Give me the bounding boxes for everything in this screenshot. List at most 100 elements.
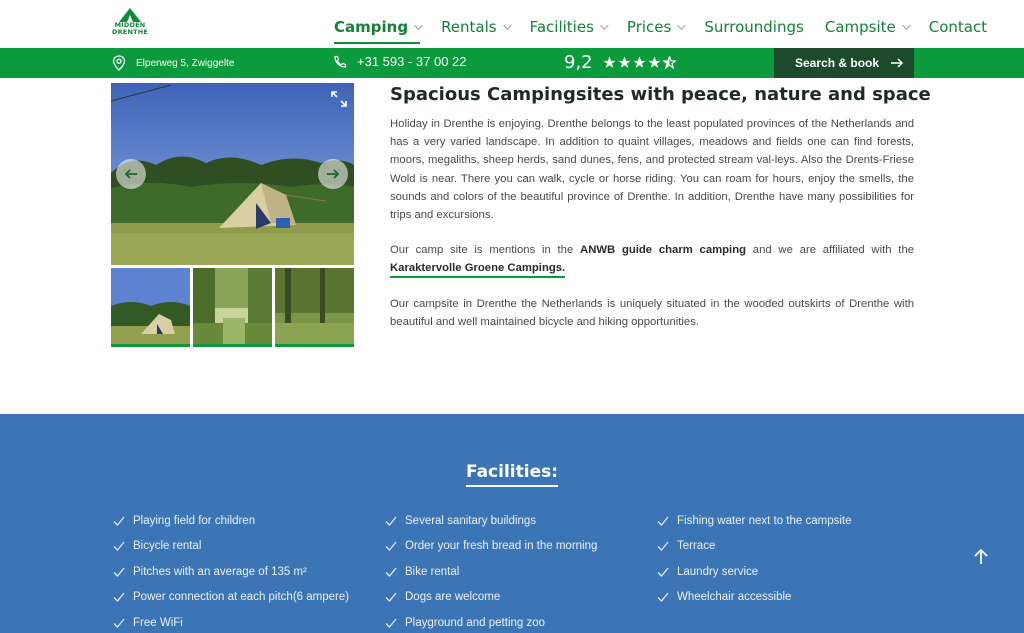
nav-prices-label: Prices <box>626 18 672 36</box>
affiliation-text-1: Our camp site is mentions in the <box>390 244 581 256</box>
nav-rentals-label: Rentals <box>441 18 497 36</box>
facilities-column-3: Fishing water next to the campsite Terrac… <box>657 508 852 610</box>
gallery-thumbnail[interactable] <box>193 268 272 347</box>
facility-label: Several sanitary buildings <box>405 514 537 527</box>
gallery-main-image[interactable] <box>111 83 354 265</box>
gallery-next-button[interactable] <box>318 159 348 189</box>
arrow-up-icon <box>974 548 988 564</box>
nav-facilities[interactable]: Facilities <box>529 16 609 38</box>
affiliation-text-2: and we are affiliated with the <box>746 244 915 256</box>
facilities-title-text: Facilities: <box>465 462 559 487</box>
address[interactable]: Elperweg 5, Zwiggelte <box>112 55 234 71</box>
check-icon <box>113 516 125 526</box>
nav-campsite-label: Campsite <box>824 18 896 36</box>
nav-prices[interactable]: Prices <box>626 16 686 38</box>
affiliation-paragraph: Our camp site is mentions in the ANWB gu… <box>390 241 915 279</box>
check-icon <box>657 592 669 603</box>
nav-surroundings-label: Surroundings <box>704 18 804 36</box>
check-icon <box>657 567 669 577</box>
facility-item: Playground and petting zoo <box>385 610 597 633</box>
nav-surroundings[interactable]: Surroundings <box>704 16 804 38</box>
arrow-right-icon <box>327 169 340 179</box>
nav-campsite[interactable]: Campsite <box>824 16 911 38</box>
nav-camping[interactable]: Camping <box>334 16 423 44</box>
thumbnail-tent-photo <box>111 268 190 344</box>
facility-item: Bicycle rental <box>113 534 349 560</box>
check-icon <box>385 541 397 552</box>
facility-item: Dogs are welcome <box>385 585 597 611</box>
expand-icon <box>331 91 347 107</box>
star-half-icon <box>662 56 676 69</box>
main-nav: Camping Rentals Facilities Prices Surrou… <box>334 16 1008 44</box>
nav-contact[interactable]: Contact <box>929 16 987 38</box>
facility-item: Order your fresh bread in the morning <box>385 534 597 560</box>
facility-item: Laundry service <box>657 559 852 585</box>
check-icon <box>385 592 397 603</box>
gallery-thumbnail[interactable] <box>275 268 354 347</box>
site-header: MIDDEN DRENTHE Camping Rentals Facilitie… <box>0 0 1024 48</box>
logo-tent-icon <box>119 8 141 22</box>
arrow-left-icon <box>124 169 137 179</box>
gallery-thumbnail[interactable] <box>111 268 190 347</box>
facility-item: Wheelchair accessible <box>657 585 852 611</box>
nav-facilities-label: Facilities <box>529 18 594 36</box>
facilities-title: Facilities: <box>0 462 1024 487</box>
facility-item: Several sanitary buildings <box>385 508 597 534</box>
facility-label: Terrace <box>677 540 716 553</box>
back-to-top-button[interactable] <box>971 547 991 567</box>
location-paragraph: Our campsite in Drenthe the Netherlands … <box>390 298 914 329</box>
nav-rentals[interactable]: Rentals <box>441 16 512 38</box>
check-icon <box>657 516 669 526</box>
check-icon <box>113 618 125 628</box>
chevron-down-icon <box>901 21 911 30</box>
phone[interactable]: +31 593 - 37 00 22 <box>333 54 467 69</box>
check-icon <box>113 541 125 552</box>
facility-item: Pitches with an average of 135 m² <box>113 559 349 585</box>
phone-text: +31 593 - 37 00 22 <box>357 54 467 69</box>
check-icon <box>385 618 397 628</box>
facility-item: Power connection at each pitch(6 ampere) <box>113 585 349 611</box>
intro-paragraph: Holiday in Drenthe is enjoying. Drenthe … <box>390 118 914 222</box>
facility-item: Bike rental <box>385 559 597 585</box>
facility-label: Laundry service <box>677 565 759 578</box>
facilities-column-2: Several sanitary buildings Order your fre… <box>385 508 597 633</box>
thumbnail-forest-photo <box>275 268 354 344</box>
star-icon <box>618 56 631 68</box>
rating-score: 9,2 <box>564 52 593 73</box>
star-icon <box>648 56 661 68</box>
karaktervolle-link[interactable]: Karaktervolle Groene Campings. <box>390 262 566 279</box>
page-title: Spacious Campingsites with peace, nature… <box>390 84 931 105</box>
check-icon <box>113 592 125 603</box>
check-icon <box>657 541 669 552</box>
facility-label: Wheelchair accessible <box>677 591 792 604</box>
facility-label: Fishing water next to the campsite <box>677 514 852 527</box>
facilities-section: Facilities: Playing field for children Bi… <box>0 414 1024 633</box>
nav-camping-label: Camping <box>334 18 409 36</box>
facility-label: Bicycle rental <box>133 540 202 553</box>
search-book-label: Search & book <box>795 56 880 70</box>
site-logo[interactable]: MIDDEN DRENTHE <box>110 8 150 40</box>
star-icon <box>603 56 616 68</box>
chevron-down-icon <box>502 21 512 30</box>
facility-label: Playing field for children <box>133 514 256 527</box>
facility-item: Terrace <box>657 534 852 560</box>
fullscreen-button[interactable] <box>329 89 349 109</box>
address-text: Elperweg 5, Zwiggelte <box>136 57 235 69</box>
facility-label: Bike rental <box>405 565 460 578</box>
gallery-prev-button[interactable] <box>116 159 146 189</box>
phone-icon <box>334 55 347 68</box>
logo-line2: DRENTHE <box>112 28 148 36</box>
search-book-button[interactable]: Search & book <box>774 48 914 78</box>
check-icon <box>113 567 125 577</box>
facility-label: Free WiFi <box>133 616 183 629</box>
facility-label: Order your fresh bread in the morning <box>405 540 598 553</box>
chevron-down-icon <box>600 21 609 30</box>
facility-label: Playground and petting zoo <box>405 616 546 629</box>
nav-contact-label: Contact <box>928 18 988 36</box>
location-pin-icon <box>112 55 126 71</box>
check-icon <box>385 567 397 577</box>
facility-item: Free WiFi <box>113 610 349 633</box>
facility-label: Dogs are welcome <box>405 591 501 604</box>
check-icon <box>385 516 397 526</box>
star-icon <box>633 56 646 68</box>
